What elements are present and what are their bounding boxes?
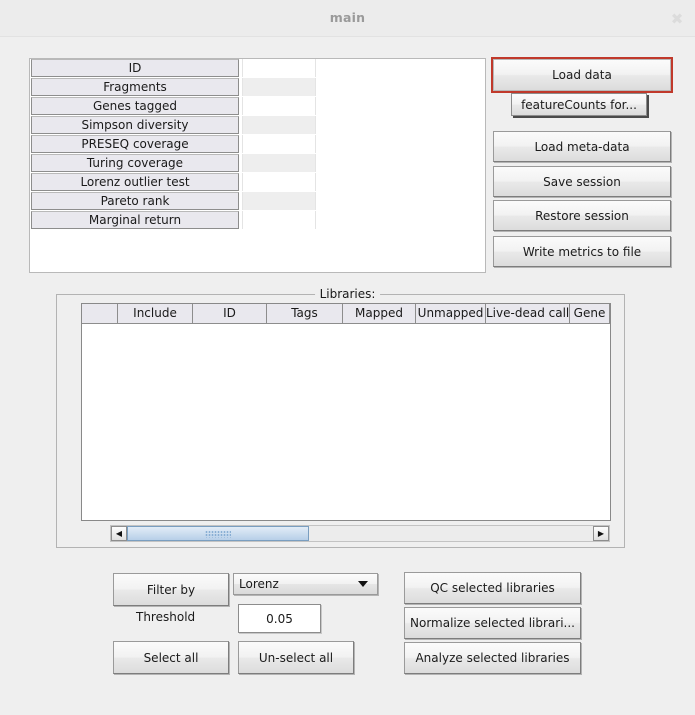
metrics-row-label: Turing coverage — [31, 154, 239, 172]
metrics-panel: ID Fragments Genes tagged Simpson diversity… — [29, 58, 486, 273]
metrics-row-label: Lorenz outlier test — [31, 173, 239, 191]
libraries-column-header[interactable]: Gene — [570, 304, 610, 324]
metrics-row: Turing coverage — [30, 154, 485, 173]
save-session-button[interactable]: Save session — [493, 166, 671, 197]
metrics-row: Marginal return — [30, 211, 485, 230]
metrics-row-label: Simpson diversity — [31, 116, 239, 134]
threshold-input[interactable] — [238, 604, 321, 633]
load-data-button[interactable]: Load data — [491, 57, 673, 93]
unselect-all-button[interactable]: Un-select all — [238, 641, 354, 674]
scroll-left-arrow-icon[interactable]: ◀ — [111, 526, 127, 541]
filter-metric-select[interactable]: Lorenz — [233, 573, 378, 595]
window-titlebar: main ✖ — [0, 0, 695, 37]
chevron-down-icon — [358, 581, 368, 587]
metrics-row-value — [242, 78, 316, 96]
load-meta-data-button[interactable]: Load meta-data — [493, 131, 671, 162]
restore-session-button[interactable]: Restore session — [493, 200, 671, 231]
metrics-row: Simpson diversity — [30, 116, 485, 135]
metrics-row-label: PRESEQ coverage — [31, 135, 239, 153]
filter-metric-select-value: Lorenz — [239, 577, 279, 591]
metrics-row-label: Fragments — [31, 78, 239, 96]
libraries-column-header[interactable]: ID — [193, 304, 267, 324]
feature-counts-button[interactable]: featureCounts for... — [511, 93, 647, 116]
libraries-column-header[interactable]: Live-dead call — [486, 304, 570, 324]
scroll-right-arrow-icon[interactable]: ▶ — [593, 526, 609, 541]
metrics-row-label: Genes tagged — [31, 97, 239, 115]
libraries-horizontal-scrollbar[interactable]: ◀ ▶ — [110, 525, 610, 542]
normalize-selected-libraries-button[interactable]: Normalize selected librari... — [404, 607, 581, 639]
libraries-column-header[interactable]: Tags — [267, 304, 343, 324]
libraries-column-header[interactable] — [82, 304, 118, 324]
libraries-column-header[interactable]: Include — [118, 304, 193, 324]
metrics-row-value — [242, 135, 316, 153]
metrics-row: PRESEQ coverage — [30, 135, 485, 154]
metrics-row: Pareto rank — [30, 192, 485, 211]
libraries-groupbox-title: Libraries: — [314, 287, 381, 301]
metrics-row-label: Marginal return — [31, 211, 239, 229]
close-icon[interactable]: ✖ — [667, 9, 687, 29]
window-title: main — [329, 10, 366, 25]
qc-selected-libraries-button[interactable]: QC selected libraries — [404, 572, 581, 604]
metrics-row-value — [242, 192, 316, 210]
metrics-row: Lorenz outlier test — [30, 173, 485, 192]
scrollbar-grip-icon — [204, 530, 231, 537]
filter-by-button[interactable]: Filter by — [113, 573, 229, 606]
scrollbar-thumb[interactable] — [127, 526, 309, 541]
metrics-row: Fragments — [30, 78, 485, 97]
scrollbar-track[interactable] — [127, 526, 593, 541]
metrics-row-label: Pareto rank — [31, 192, 239, 210]
analyze-selected-libraries-button[interactable]: Analyze selected libraries — [404, 642, 581, 674]
metrics-row-label: ID — [31, 59, 239, 77]
metrics-row: ID — [30, 59, 485, 78]
libraries-table[interactable]: Include ID Tags Mapped Unmapped Live-dead cal… — [81, 303, 611, 521]
libraries-column-header[interactable]: Unmapped — [416, 304, 486, 324]
metrics-row-value — [242, 59, 316, 77]
select-all-button[interactable]: Select all — [113, 641, 229, 674]
libraries-table-header: Include ID Tags Mapped Unmapped Live-dead cal… — [82, 304, 610, 324]
metrics-row: Genes tagged — [30, 97, 485, 116]
metrics-row-value — [242, 211, 316, 229]
metrics-row-value — [242, 97, 316, 115]
metrics-row-value — [242, 173, 316, 191]
metrics-row-value — [242, 116, 316, 134]
libraries-column-header[interactable]: Mapped — [343, 304, 416, 324]
threshold-label: Threshold — [136, 610, 196, 624]
metrics-row-value — [242, 154, 316, 172]
libraries-table-body[interactable] — [82, 324, 610, 520]
write-metrics-to-file-button[interactable]: Write metrics to file — [493, 236, 671, 267]
